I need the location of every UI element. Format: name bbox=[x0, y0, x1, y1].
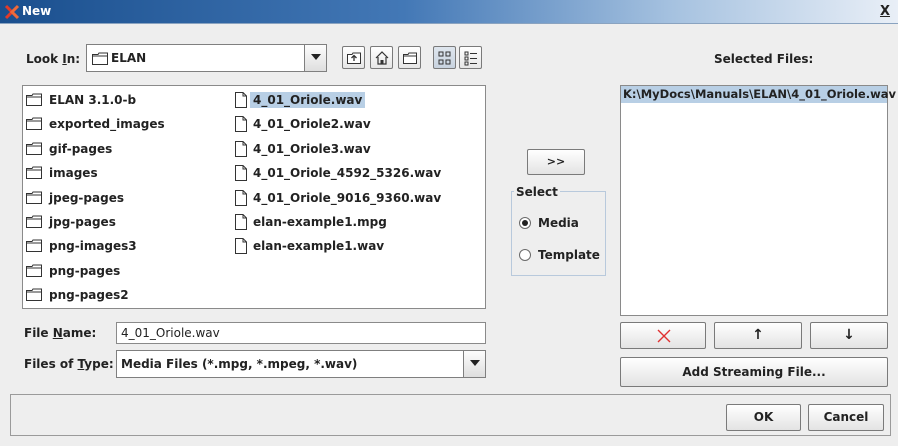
folder-icon bbox=[26, 215, 42, 231]
folder-item-label: jpeg-pages bbox=[49, 190, 124, 205]
file-icon bbox=[234, 140, 248, 160]
details-view-button[interactable] bbox=[459, 46, 482, 69]
folder-item-label: ELAN 3.1.0-b bbox=[49, 93, 137, 107]
folder-icon bbox=[26, 93, 42, 109]
file-item-label: 4_01_Oriole_4592_5326.wav bbox=[253, 166, 442, 181]
file-icon bbox=[234, 189, 248, 209]
folder-icon bbox=[26, 142, 42, 158]
files-of-type-label: Files of Type: bbox=[24, 357, 114, 371]
selected-files-list[interactable] bbox=[620, 85, 888, 316]
cancel-button[interactable]: Cancel bbox=[808, 404, 884, 431]
look-in-label: Look In: bbox=[26, 52, 81, 66]
folder-icon bbox=[26, 239, 42, 255]
window-title: New bbox=[22, 4, 52, 18]
folder-icon bbox=[26, 166, 42, 182]
folder-item-label: exported_images bbox=[49, 117, 165, 132]
file-item-label: 4_01_Oriole2.wav bbox=[253, 117, 371, 132]
file-item-label: 4_01_Oriole3.wav bbox=[253, 141, 371, 156]
new-folder-icon bbox=[403, 52, 417, 64]
folder-item-label: gif-pages bbox=[49, 141, 113, 156]
radio-template[interactable]: Template bbox=[519, 246, 604, 266]
file-name-value: 4_01_Oriole.wav bbox=[121, 326, 220, 340]
radio-template-indicator[interactable] bbox=[519, 249, 531, 261]
add-to-selected-button[interactable]: >> bbox=[527, 149, 585, 175]
radio-media[interactable]: Media bbox=[519, 214, 599, 234]
file-item-label: elan-example1.mpg bbox=[253, 215, 387, 229]
folder-icon bbox=[26, 191, 42, 207]
file-item-label: elan-example1.wav bbox=[253, 239, 385, 254]
list-view-button[interactable] bbox=[433, 46, 456, 69]
file-icon bbox=[234, 238, 248, 257]
folder-item-label: png-pages2 bbox=[49, 288, 129, 303]
selected-files-title: Selected Files: bbox=[714, 52, 814, 66]
file-name-label: File Name: bbox=[24, 326, 97, 340]
selected-file-path: K:\MyDocs\Manuals\ELAN\4_01_Oriole.wav bbox=[623, 87, 896, 101]
up-folder-icon bbox=[347, 52, 361, 64]
folder-item-label: images bbox=[49, 166, 98, 181]
file-name-input[interactable]: 4_01_Oriole.wav bbox=[116, 322, 486, 344]
files-of-type-value: Media Files (*.mpg, *.mpeg, *.wav) bbox=[121, 357, 358, 371]
list-view-icon bbox=[438, 51, 451, 65]
close-button[interactable]: X bbox=[876, 3, 894, 21]
new-folder-button[interactable] bbox=[398, 46, 421, 69]
folder-icon bbox=[26, 288, 42, 304]
radio-media-indicator[interactable] bbox=[519, 217, 531, 229]
file-icon bbox=[234, 92, 248, 111]
chevron-down-icon[interactable] bbox=[304, 45, 326, 71]
move-up-button[interactable]: ↑ bbox=[714, 322, 802, 349]
folder-item-label: png-pages bbox=[49, 263, 121, 278]
home-button[interactable] bbox=[370, 46, 393, 69]
file-icon bbox=[234, 214, 248, 233]
ok-button[interactable]: OK bbox=[726, 404, 801, 431]
elan-logo-icon bbox=[4, 4, 20, 20]
look-in-combo[interactable]: ELAN bbox=[86, 44, 327, 72]
details-view-icon bbox=[464, 51, 477, 66]
folder-icon bbox=[26, 264, 42, 280]
add-streaming-file-button[interactable]: Add Streaming File... bbox=[620, 357, 888, 387]
files-of-type-combo[interactable]: Media Files (*.mpg, *.mpeg, *.wav) bbox=[116, 350, 486, 378]
chevron-down-icon[interactable] bbox=[463, 351, 485, 377]
file-list-items: ELAN 3.1.0-b exported_images gif-pages imag… bbox=[22, 85, 486, 309]
title-bar bbox=[0, 0, 898, 24]
folder-icon bbox=[92, 52, 108, 65]
folder-item-label: png-images3 bbox=[49, 239, 137, 254]
remove-icon bbox=[657, 329, 671, 343]
radio-template-label: Template bbox=[538, 248, 600, 262]
file-icon bbox=[234, 165, 248, 184]
up-one-level-button[interactable] bbox=[342, 46, 365, 69]
look-in-value: ELAN bbox=[111, 51, 147, 65]
remove-button[interactable] bbox=[620, 322, 706, 349]
file-item-label: 4_01_Oriole_9016_9360.wav bbox=[253, 190, 442, 205]
close-icon: X bbox=[879, 4, 891, 19]
select-group-title: Select bbox=[514, 185, 560, 199]
home-icon bbox=[375, 51, 389, 65]
folder-item-label: jpg-pages bbox=[49, 215, 116, 229]
folder-icon bbox=[26, 117, 42, 133]
file-item-label: 4_01_Oriole.wav bbox=[250, 92, 366, 108]
file-icon bbox=[234, 116, 248, 135]
selected-file-row[interactable]: K:\MyDocs\Manuals\ELAN\4_01_Oriole.wav bbox=[621, 86, 896, 103]
move-down-button[interactable]: ↓ bbox=[810, 322, 888, 349]
radio-media-label: Media bbox=[538, 216, 579, 230]
